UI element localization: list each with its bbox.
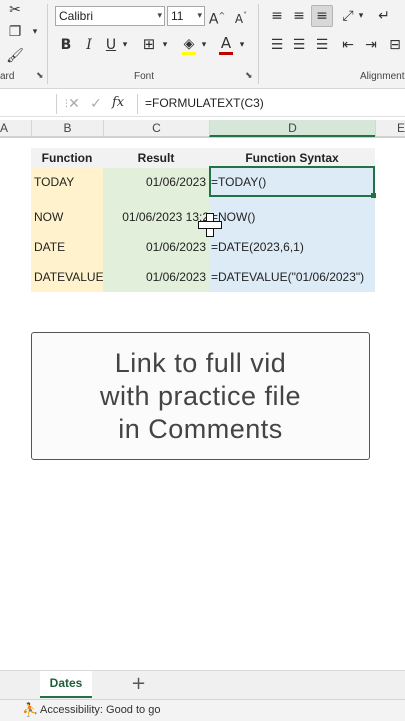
- note-line: in Comments: [118, 414, 283, 444]
- comment-note-box: Link to full vid with practice file in C…: [31, 332, 370, 460]
- accessibility-status[interactable]: Accessibility: Good to go: [40, 700, 160, 721]
- italic-button[interactable]: I: [82, 35, 96, 55]
- status-bar: ⛹ Accessibility: Good to go: [0, 699, 405, 721]
- clipboard-group-label: ard: [0, 71, 15, 82]
- copy-icon[interactable]: ❐: [6, 22, 24, 42]
- note-line: with practice file: [99, 381, 302, 411]
- align-bottom-icon[interactable]: ≡: [311, 5, 333, 27]
- align-right-icon[interactable]: ☰: [313, 35, 331, 55]
- orientation-dropdown-icon[interactable]: ▾: [356, 6, 366, 26]
- column-header-e[interactable]: E: [375, 120, 405, 137]
- ribbon-divider: [258, 4, 259, 84]
- wrap-text-icon[interactable]: ↵: [374, 6, 394, 26]
- borders-dropdown-icon[interactable]: ▾: [160, 35, 170, 55]
- column-header-c[interactable]: C: [103, 120, 209, 137]
- bold-button[interactable]: B: [58, 35, 74, 55]
- result-cell[interactable]: 01/06/2023: [103, 233, 209, 262]
- format-painter-icon[interactable]: 🖌: [6, 46, 24, 66]
- font-name-combo[interactable]: Calibri ▾: [55, 6, 165, 26]
- formula-divider: [137, 94, 138, 114]
- fill-gap: [209, 232, 375, 233]
- font-color-icon[interactable]: A: [218, 33, 234, 53]
- result-cell[interactable]: 01/06/2023: [103, 263, 209, 292]
- alignment-group-label: Alignment: [360, 71, 405, 82]
- fill-gap: [31, 262, 103, 263]
- sheet-tab-bar: Dates +: [0, 670, 405, 699]
- fill-gap: [31, 197, 103, 203]
- column-header-a[interactable]: A: [0, 120, 31, 137]
- selected-cell-outline: [209, 166, 375, 197]
- header-function-syntax[interactable]: Function Syntax: [209, 148, 375, 168]
- insert-function-icon[interactable]: fx: [112, 95, 124, 110]
- underline-button[interactable]: U: [104, 35, 118, 55]
- font-launcher-icon[interactable]: ⬊: [245, 71, 253, 81]
- ribbon: ✂ ❐ ▾ 🖌 ard ⬊ Calibri ▾ 11 ▾ A^ A˅ B I U…: [0, 0, 405, 89]
- cancel-entry-icon[interactable]: ✕: [66, 94, 82, 114]
- header-result[interactable]: Result: [103, 148, 209, 168]
- font-group-label: Font: [134, 71, 155, 82]
- header-function[interactable]: Function: [31, 148, 103, 168]
- name-box[interactable]: [0, 94, 57, 114]
- formula-bar: ⋮ ✕ ✓ fx =FORMULATEXT(C3): [0, 92, 405, 117]
- orientation-icon[interactable]: ⤢: [339, 6, 357, 26]
- column-header-d[interactable]: D: [209, 120, 375, 137]
- font-name-value: Calibri: [59, 9, 94, 23]
- cut-icon[interactable]: ✂: [6, 0, 24, 20]
- font-color-swatch: [219, 52, 233, 55]
- font-size-value: 11: [171, 9, 184, 23]
- underline-dropdown-icon[interactable]: ▾: [120, 35, 130, 55]
- function-cell[interactable]: NOW: [31, 203, 103, 232]
- fill-color-swatch: [182, 52, 196, 55]
- syntax-cell[interactable]: =DATEVALUE("01/06/2023"): [209, 263, 375, 292]
- fill-color-dropdown-icon[interactable]: ▾: [199, 35, 209, 55]
- syntax-cell[interactable]: =DATE(2023,6,1): [209, 233, 375, 262]
- sheet-tab-label: Dates: [49, 676, 83, 690]
- fill-gap: [209, 197, 375, 203]
- align-top-icon[interactable]: ≡: [268, 6, 286, 26]
- result-cell[interactable]: 01/06/2023: [103, 168, 209, 197]
- fill-gap: [103, 232, 209, 233]
- result-cell[interactable]: 01/06/2023 13:2: [103, 203, 209, 232]
- confirm-entry-icon[interactable]: ✓: [88, 94, 104, 114]
- fill-gap: [103, 197, 209, 203]
- merge-center-icon[interactable]: ⊟: [386, 35, 404, 55]
- shrink-font-icon[interactable]: A˅: [232, 6, 250, 29]
- copy-dropdown-icon[interactable]: ▾: [30, 22, 40, 42]
- fill-gap: [31, 232, 103, 233]
- fill-gap: [103, 262, 209, 263]
- ribbon-divider: [47, 4, 48, 84]
- align-middle-icon[interactable]: ≡: [290, 6, 308, 26]
- accessibility-icon[interactable]: ⛹: [22, 700, 38, 721]
- syntax-cell[interactable]: =NOW(): [209, 203, 375, 232]
- increase-indent-icon[interactable]: ⇥: [362, 35, 380, 55]
- function-cell[interactable]: DATE: [31, 233, 103, 262]
- font-color-dropdown-icon[interactable]: ▾: [237, 35, 247, 55]
- decrease-indent-icon[interactable]: ⇤: [339, 35, 357, 55]
- function-cell[interactable]: TODAY: [31, 168, 103, 197]
- clipboard-launcher-icon[interactable]: ⬊: [36, 71, 44, 81]
- sheet-tab-dates[interactable]: Dates: [40, 671, 92, 698]
- font-size-dropdown-icon[interactable]: ▾: [197, 7, 202, 25]
- add-sheet-button[interactable]: +: [131, 673, 146, 694]
- align-center-icon[interactable]: ☰: [290, 35, 308, 55]
- font-size-combo[interactable]: 11 ▾: [167, 6, 205, 26]
- column-header-b[interactable]: B: [31, 120, 103, 137]
- formula-input[interactable]: =FORMULATEXT(C3): [145, 96, 264, 110]
- fill-color-icon[interactable]: ◈: [180, 34, 198, 54]
- align-left-icon[interactable]: ☰: [268, 35, 286, 55]
- font-name-dropdown-icon[interactable]: ▾: [157, 7, 162, 25]
- borders-icon[interactable]: ⊞: [140, 34, 158, 54]
- fill-handle[interactable]: [371, 193, 376, 198]
- grow-font-icon[interactable]: A^: [208, 6, 226, 30]
- function-cell[interactable]: DATEVALUE: [31, 263, 103, 292]
- fill-gap: [209, 262, 375, 263]
- cross-cursor-icon: [198, 213, 222, 237]
- note-line: Link to full vid: [114, 348, 287, 378]
